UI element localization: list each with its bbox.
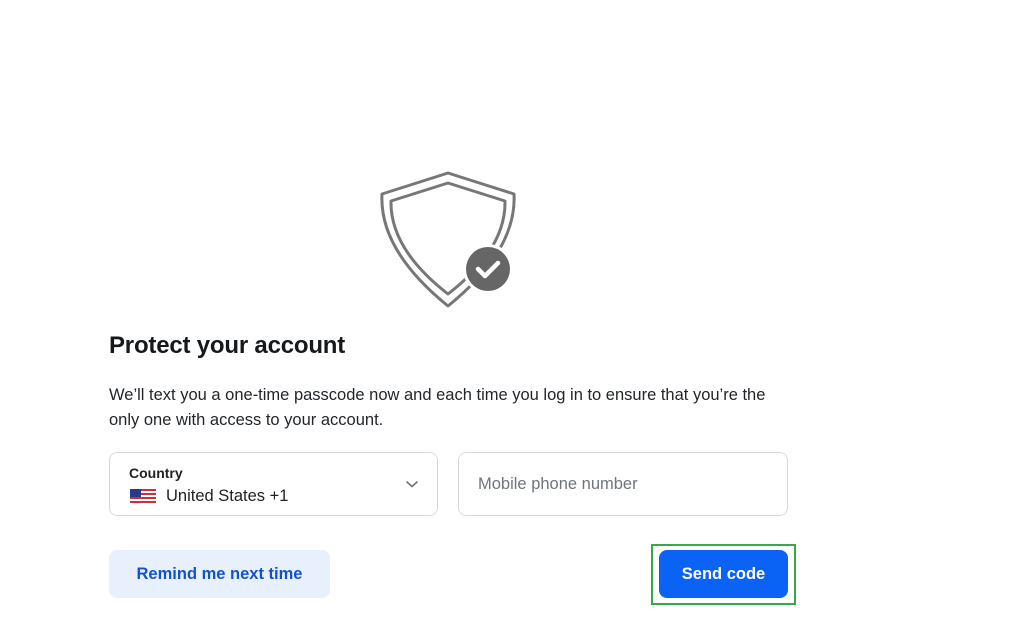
chevron-down-icon (406, 481, 418, 488)
us-flag-icon (130, 489, 156, 503)
country-select[interactable]: Country United States +1 (109, 452, 438, 516)
mobile-phone-input[interactable] (458, 452, 788, 516)
page-title: Protect your account (109, 332, 346, 359)
country-value: United States +1 (166, 487, 289, 505)
shield-check-icon (380, 171, 516, 308)
description-text: We’ll text you a one-time passcode now a… (109, 386, 766, 429)
remind-me-next-time-button[interactable]: Remind me next time (109, 550, 330, 598)
protect-account-page: Protect your account We’ll text you a on… (0, 0, 1024, 633)
country-label: Country (129, 465, 183, 481)
send-code-button[interactable]: Send code (659, 550, 788, 598)
